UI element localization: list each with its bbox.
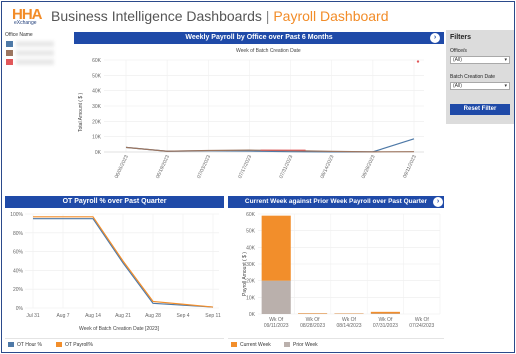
x-tick-label: Sep 11 <box>205 313 221 319</box>
y-tick-label: 60% <box>13 250 24 256</box>
y-tick-label: 40K <box>92 89 102 95</box>
title-accent: Payroll Dashboard <box>273 8 389 24</box>
office-filter-value: (All) <box>453 57 462 63</box>
legend-item-ot-payroll[interactable]: OT Payroll% <box>56 342 93 348</box>
office-name-1-redacted <box>16 41 54 47</box>
y-tick-label: 40K <box>246 245 256 251</box>
week-compare-ylabel: Payroll Amount ( $ ) <box>242 252 248 296</box>
x-tick-label: 07/03/2023 <box>196 154 212 179</box>
x-tick-label: Aug 7 <box>56 313 69 319</box>
series-point-office-3 <box>416 60 420 63</box>
office-swatch-2[interactable] <box>6 50 13 56</box>
legend-label: OT Hour % <box>17 342 42 348</box>
filters-panel: Filters Office/s (All) ▾ Batch Creation … <box>446 30 514 124</box>
office-name-label: Office Name <box>5 32 33 38</box>
y-tick-label: 60K <box>246 212 256 218</box>
y-tick-label: 50K <box>246 229 256 235</box>
page-title: Business Intelligence Dashboards | Payro… <box>51 8 389 24</box>
x-tick-label: 08/14/2023 <box>320 154 336 179</box>
bar-current-week <box>298 313 328 314</box>
ot-payroll-xlabel: Week of Batch Creation Date [2023] <box>79 326 159 332</box>
x-tick-label: Aug 21 <box>115 313 131 319</box>
x-tick-label: 07/31/2023 <box>278 154 294 179</box>
office-filter-select[interactable]: (All) ▾ <box>450 56 510 64</box>
x-tick-label: 08/28/2023 <box>361 154 377 179</box>
chevron-down-icon: ▾ <box>504 57 507 63</box>
legend-item-ot-hour[interactable]: OT Hour % <box>8 342 42 348</box>
bar-prior-week <box>261 280 291 314</box>
week-compare-chart: 0K10K20K30K40K50K60KWk Of09/11/2023Wk Of… <box>246 212 441 329</box>
logo-subtext: eXchange <box>14 20 37 26</box>
y-tick-label: 50K <box>92 73 102 79</box>
x-tick-label: 08/14/2023 <box>336 323 361 329</box>
date-filter-label: Batch Creation Date <box>450 74 496 80</box>
x-tick-label: 09/11/2023 <box>402 154 418 179</box>
bar-current-week <box>370 311 400 314</box>
ot-payroll-panel: OT Payroll % over Past Quarter 0% 20% 40% 6… <box>5 196 224 352</box>
bar-current-week <box>261 215 291 281</box>
legend-swatch <box>231 342 237 348</box>
legend-label: Prior Week <box>293 342 318 348</box>
legend-label: Current Week <box>240 342 271 348</box>
x-tick-label: 07/24/2023 <box>409 323 434 329</box>
filters-title: Filters <box>450 34 472 41</box>
ot-payroll-legend: OT Hour % OT Payroll% <box>5 338 224 350</box>
x-tick-label: Sep 4 <box>176 313 189 319</box>
y-tick-label: 0% <box>16 306 24 312</box>
x-tick-label: 09/11/2023 <box>264 323 289 329</box>
weekly-payroll-ylabel: Total Amount ( $ ) <box>78 92 84 132</box>
x-tick-label: Aug 28 <box>145 313 161 319</box>
office-swatch-3[interactable] <box>6 59 13 65</box>
week-compare-legend: Current Week Prior Week <box>228 338 444 350</box>
office-name-3-redacted <box>16 59 54 65</box>
chevron-down-icon: ▾ <box>504 83 507 89</box>
x-tick-label: 06/19/2023 <box>155 154 171 179</box>
week-compare-panel: Current Week against Prior Week Payroll … <box>228 196 444 352</box>
y-tick-label: 20% <box>13 287 24 293</box>
y-tick-label: 40% <box>13 268 24 274</box>
y-tick-label: 10K <box>246 295 256 301</box>
x-tick-label: 07/31/2023 <box>373 323 398 329</box>
title-separator: | <box>265 8 270 24</box>
y-tick-label: 0K <box>95 150 102 156</box>
office-filter-label: Office/s <box>450 48 467 54</box>
legend-label: OT Payroll% <box>65 342 93 348</box>
date-filter-select[interactable]: (All) ▾ <box>450 82 510 90</box>
y-tick-label: 80% <box>13 231 24 237</box>
office-name-2-redacted <box>16 50 54 56</box>
y-tick-label: 10K <box>92 135 102 141</box>
date-filter-value: (All) <box>453 83 462 89</box>
y-tick-label: 0K <box>249 312 256 318</box>
reset-filter-button[interactable]: Reset Filter <box>450 104 510 115</box>
legend-item-prior-week[interactable]: Prior Week <box>284 342 318 348</box>
legend-swatch <box>8 342 14 348</box>
legend-swatch <box>56 342 62 348</box>
weekly-payroll-panel: Weekly Payroll by Office over Past 6 Mon… <box>74 32 444 190</box>
x-tick-label: Aug 14 <box>85 313 101 319</box>
brand-logo: HHA eXchange <box>12 6 42 28</box>
y-tick-label: 100% <box>10 212 23 218</box>
title-main: Business Intelligence Dashboards <box>51 8 262 24</box>
x-tick-label: 06/05/2023 <box>114 154 130 179</box>
bar-prior-week <box>370 313 400 314</box>
legend-swatch <box>284 342 290 348</box>
weekly-payroll-chart: 0K 10K 20K 30K 40K 50K 60K 06/05/2023 06/19/2023… <box>92 58 424 180</box>
x-tick-label: Jul 31 <box>26 313 40 319</box>
y-tick-label: 30K <box>92 104 102 110</box>
y-tick-label: 60K <box>92 58 102 64</box>
x-tick-label: 08/28/2023 <box>300 323 325 329</box>
legend-item-current-week[interactable]: Current Week <box>231 342 271 348</box>
y-tick-label: 20K <box>92 119 102 125</box>
x-tick-label: 07/17/2023 <box>237 154 253 179</box>
office-swatch-1[interactable] <box>6 41 13 47</box>
